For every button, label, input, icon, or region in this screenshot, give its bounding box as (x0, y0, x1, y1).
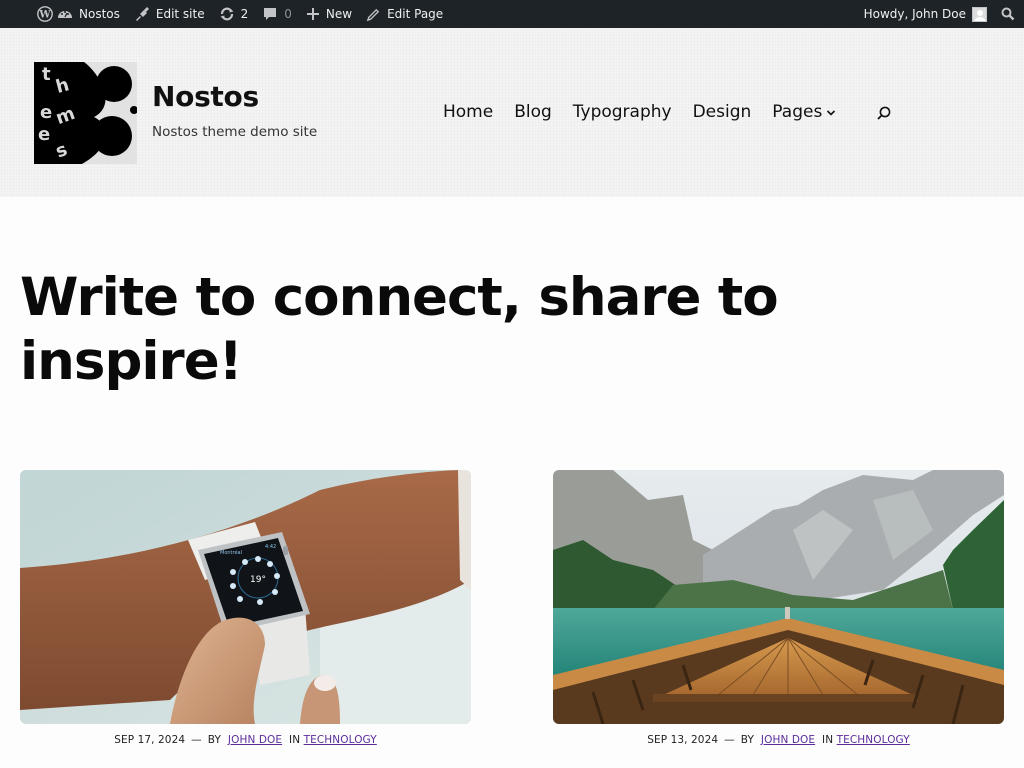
in-label: IN (289, 734, 301, 746)
by-label: BY (207, 734, 221, 746)
site-tagline: Nostos theme demo site (152, 124, 318, 140)
svg-text:t: t (42, 64, 51, 85)
updates-button[interactable]: 2 (212, 0, 256, 28)
edit-page-button[interactable]: Edit Page (359, 0, 450, 28)
post-category-link[interactable]: TECHNOLOGY (837, 734, 910, 746)
smartwatch-photo: 19° Montréal 4:42 (20, 470, 471, 724)
pencil-icon (366, 7, 381, 22)
site-title[interactable]: Nostos (152, 80, 259, 113)
nav-item-blog[interactable]: Blog (514, 102, 552, 122)
post-date: SEP 13, 2024 (647, 734, 719, 746)
header-search-button[interactable] (876, 105, 892, 125)
admin-search-button[interactable] (994, 0, 1024, 28)
site-header: t h e m e s Nostos Nostos theme demo sit… (0, 28, 1024, 197)
updates-icon (219, 6, 235, 22)
site-name-link: Nostos (79, 7, 120, 21)
my-account-menu[interactable]: Howdy, John Doe (857, 0, 994, 28)
nav-label: Pages (772, 102, 823, 122)
wordpress-icon: W (37, 6, 53, 22)
themes-3-logo-icon: t h e m e s (34, 62, 137, 164)
boat-lake-photo (553, 470, 1004, 724)
edit-site-button[interactable]: Edit site (127, 0, 212, 28)
nav-item-pages[interactable]: Pages (772, 102, 836, 122)
site-name-menu[interactable]: Nostos (50, 0, 127, 28)
edit-site-label: Edit site (155, 7, 205, 21)
wp-logo-menu[interactable]: W (0, 0, 53, 28)
nav-item-typography[interactable]: Typography (573, 102, 672, 122)
site-logo[interactable]: t h e m e s (34, 62, 137, 164)
admin-bar: W Nostos Edit site 2 0 New Edit Page How… (0, 0, 1024, 28)
post-card: SEP 13, 2024 — BY JOHN DOE IN TECHNOLOGY (553, 470, 1004, 746)
nav-label: Typography (572, 102, 672, 122)
post-author-link[interactable]: JOHN DOE (761, 734, 815, 746)
brush-icon (134, 6, 150, 22)
comments-count: 0 (284, 7, 292, 21)
nav-item-design[interactable]: Design (693, 102, 752, 122)
edit-page-label: Edit Page (387, 7, 444, 21)
nav-label: Design (692, 102, 752, 122)
new-label: New (325, 7, 353, 21)
plus-icon (306, 7, 320, 21)
in-label: IN (822, 734, 834, 746)
search-icon (1001, 7, 1015, 21)
nav-item-home[interactable]: Home (443, 102, 493, 122)
by-label: BY (740, 734, 754, 746)
comments-button[interactable]: 0 (255, 0, 299, 28)
howdy-text: Howdy, John Doe (863, 7, 966, 21)
svg-text:e: e (40, 102, 52, 123)
watch-time: 4:42 (265, 544, 276, 550)
new-content-button[interactable]: New (299, 0, 359, 28)
search-icon (876, 106, 892, 125)
post-featured-image[interactable] (553, 470, 1004, 724)
post-category-link[interactable]: TECHNOLOGY (304, 734, 377, 746)
post-meta: SEP 17, 2024 — BY JOHN DOE IN TECHNOLOGY (20, 734, 471, 746)
nav-label: Blog (514, 102, 552, 122)
nav-label: Home (443, 102, 494, 122)
svg-text:W: W (38, 10, 51, 21)
primary-navigation: Home Blog Typography Design Pages (443, 102, 857, 122)
avatar (972, 6, 987, 22)
comment-icon (262, 6, 278, 22)
watch-temperature: 19° (250, 575, 266, 585)
meta-separator: — (724, 734, 735, 746)
chevron-down-icon[interactable] (826, 102, 836, 122)
post-meta: SEP 13, 2024 — BY JOHN DOE IN TECHNOLOGY (553, 734, 1004, 746)
dashboard-icon (57, 7, 73, 21)
post-date: SEP 17, 2024 (114, 734, 186, 746)
page-headline: Write to connect, share to inspire! (20, 267, 779, 392)
meta-separator: — (191, 734, 202, 746)
updates-count: 2 (240, 7, 249, 21)
post-card: 19° Montréal 4:42 SEP 17, 2024 — BY JOHN D… (20, 470, 471, 746)
svg-text:e: e (38, 124, 50, 145)
post-featured-image[interactable]: 19° Montréal 4:42 (20, 470, 471, 724)
watch-city: Montréal (220, 549, 242, 556)
post-author-link[interactable]: JOHN DOE (228, 734, 282, 746)
